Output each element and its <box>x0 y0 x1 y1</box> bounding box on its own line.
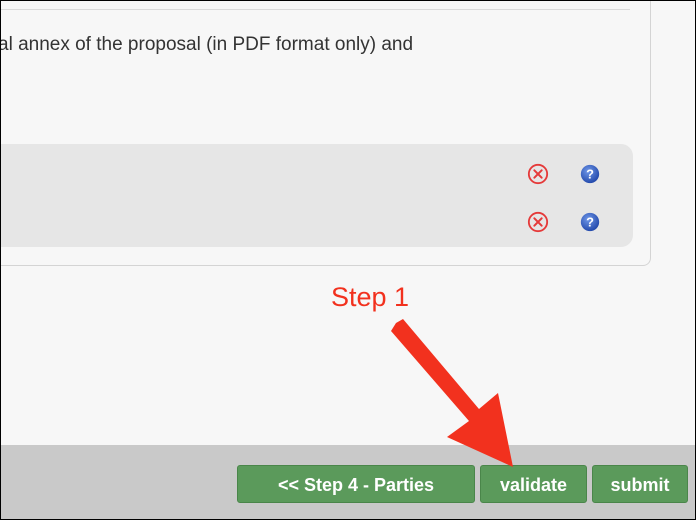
annotation-arrow-icon <box>391 319 513 467</box>
screenshot-frame: al annex of the proposal (in PDF format … <box>0 0 696 520</box>
